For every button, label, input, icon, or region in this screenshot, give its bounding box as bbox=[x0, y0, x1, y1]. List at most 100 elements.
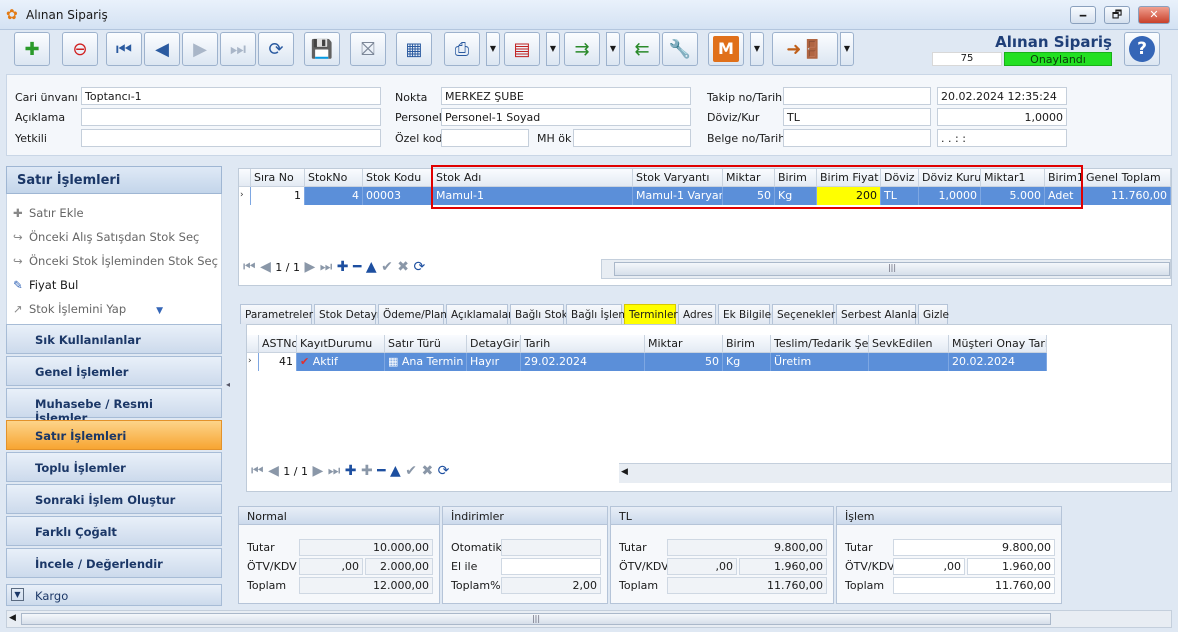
cari-field[interactable]: Toptancı-1 bbox=[81, 87, 381, 105]
action-fiyat-bul[interactable]: ✎ Fiyat Bul bbox=[13, 278, 78, 292]
cell-tarih[interactable]: 29.02.2024 bbox=[521, 353, 645, 371]
pdf-dropdown[interactable]: ▼ bbox=[546, 32, 560, 66]
check-icon[interactable]: ✔ bbox=[381, 259, 393, 275]
cell-miktar[interactable]: 50 bbox=[645, 353, 723, 371]
last-icon[interactable]: ⏭ bbox=[320, 259, 333, 275]
col-satir-turu[interactable]: Satır Türü bbox=[385, 335, 467, 353]
tab-parametreler[interactable]: Parametreler bbox=[240, 304, 313, 324]
indirim-elile-input[interactable] bbox=[501, 558, 601, 575]
up-icon[interactable]: ▲ bbox=[390, 463, 401, 479]
scroll-left-icon[interactable]: ◀ bbox=[9, 613, 16, 623]
export-dropdown[interactable]: ▼ bbox=[606, 32, 620, 66]
next-record-button[interactable]: ▶ bbox=[182, 32, 218, 66]
delete-doc-button[interactable]: ⊖ bbox=[62, 32, 98, 66]
print-button[interactable]: ⎙ bbox=[444, 32, 480, 66]
tab-gizle[interactable]: Gizle bbox=[918, 304, 949, 324]
add-icon[interactable]: ✚ bbox=[345, 463, 357, 479]
remove-icon[interactable]: ━ bbox=[353, 259, 361, 275]
cell-stok-kodu[interactable]: 00003 bbox=[363, 187, 433, 205]
col-tarih[interactable]: Tarih bbox=[521, 335, 645, 353]
col-sevk-edilen[interactable]: SevkEdilen bbox=[869, 335, 949, 353]
action-onceki-alis[interactable]: ↪ Önceki Alış Satışdan Stok Seç bbox=[13, 230, 199, 244]
doviz-select[interactable]: TL bbox=[783, 108, 931, 126]
preview-button[interactable]: ▦ bbox=[396, 32, 432, 66]
action-stok-islemi[interactable]: ↗ Stok İşlemini Yap ▼ bbox=[13, 302, 163, 316]
up-icon[interactable]: ▲ bbox=[366, 259, 377, 275]
page-horizontal-scrollbar[interactable]: ◀ ||| bbox=[6, 610, 1172, 628]
new-doc-button[interactable]: ✚ bbox=[14, 32, 50, 66]
add-child-icon[interactable]: ✚ bbox=[361, 463, 373, 479]
add-icon[interactable]: ✚ bbox=[337, 259, 349, 275]
col-genel-toplam[interactable]: Genel Toplam bbox=[1083, 169, 1171, 187]
action-onceki-stok[interactable]: ↪ Önceki Stok İşleminden Stok Seç bbox=[13, 254, 218, 268]
refresh-icon[interactable]: ⟳ bbox=[438, 463, 450, 479]
nav-kargo[interactable]: ▼ Kargo bbox=[6, 584, 222, 606]
yetkili-field[interactable] bbox=[81, 129, 381, 147]
cell-birim[interactable]: Kg bbox=[723, 353, 771, 371]
pdf-button[interactable]: ▤ bbox=[504, 32, 540, 66]
collapse-handle[interactable]: ◂ bbox=[226, 380, 230, 389]
remove-icon[interactable]: ━ bbox=[377, 463, 385, 479]
prev-record-button[interactable]: ◀ bbox=[144, 32, 180, 66]
minimize-button[interactable]: 🗕 bbox=[1070, 6, 1096, 24]
nav-incele[interactable]: İncele / Değerlendir bbox=[6, 548, 222, 578]
tab-aciklamalar[interactable]: Açıklamalar bbox=[446, 304, 512, 324]
last-record-button[interactable]: ⏭ bbox=[220, 32, 256, 66]
tab-bagli-islem[interactable]: Bağlı İşlem bbox=[566, 304, 629, 324]
tab-bagli-stok[interactable]: Bağlı Stok bbox=[510, 304, 568, 324]
check-icon[interactable]: ✔ bbox=[405, 463, 417, 479]
cell-satir-turu[interactable]: ▦ Ana Termin bbox=[385, 353, 467, 371]
aciklama-field[interactable] bbox=[81, 108, 381, 126]
last-icon[interactable]: ⏭ bbox=[328, 463, 341, 479]
col-teslim-sekli[interactable]: Teslim/Tedarik Şekli bbox=[771, 335, 869, 353]
cell-stok-no[interactable]: 4 bbox=[305, 187, 363, 205]
tab-terminler[interactable]: Terminler bbox=[624, 304, 678, 324]
personel-field[interactable]: Personel-1 Soyad bbox=[441, 108, 691, 126]
export-button[interactable]: ⇉ bbox=[564, 32, 600, 66]
nav-satir-islemleri[interactable]: Satır İşlemleri bbox=[6, 420, 222, 450]
cell-musteri-onay[interactable]: 20.02.2024 bbox=[949, 353, 1047, 371]
kur-field[interactable]: 1,0000 bbox=[937, 108, 1067, 126]
close-button[interactable]: ✕ bbox=[1138, 6, 1170, 24]
m-button[interactable]: M bbox=[708, 32, 744, 66]
print-dropdown[interactable]: ▼ bbox=[486, 32, 500, 66]
ozelkod-field[interactable] bbox=[441, 129, 529, 147]
first-icon[interactable]: ⏮ bbox=[251, 463, 264, 479]
cell-sevk-edilen[interactable] bbox=[869, 353, 949, 371]
cancel-save-button[interactable]: ⛝ bbox=[350, 32, 386, 66]
scroll-thumb[interactable]: ||| bbox=[21, 613, 1051, 625]
horizontal-scrollbar[interactable]: ◀ bbox=[619, 463, 1171, 483]
refresh-button[interactable]: ⟳ bbox=[258, 32, 294, 66]
takip-field[interactable] bbox=[783, 87, 931, 105]
cell-teslim-sekli[interactable]: Üretim bbox=[771, 353, 869, 371]
col-stok-kodu[interactable]: Stok Kodu bbox=[363, 169, 433, 187]
nav-sik-kullanilanlar[interactable]: Sık Kullanılanlar bbox=[6, 324, 222, 354]
first-icon[interactable]: ⏮ bbox=[243, 259, 256, 275]
tab-ek-bilgiler[interactable]: Ek Bilgiler bbox=[718, 304, 775, 324]
col-musteri-onay[interactable]: Müşteri Onay Tarihi bbox=[949, 335, 1047, 353]
tools-button[interactable]: 🔧 bbox=[662, 32, 698, 66]
action-satir-ekle[interactable]: ✚ Satır Ekle bbox=[13, 206, 84, 220]
prev-icon[interactable]: ◀ bbox=[268, 463, 279, 479]
exit-button[interactable]: ➜🚪 bbox=[772, 32, 838, 66]
col-kayit-durumu[interactable]: KayıtDurumu bbox=[297, 335, 385, 353]
tab-stok-detayi[interactable]: Stok Detayı bbox=[314, 304, 380, 324]
help-button[interactable]: ? bbox=[1124, 32, 1160, 66]
tab-adres[interactable]: Adres bbox=[678, 304, 716, 324]
tab-secenekler[interactable]: Seçenekler bbox=[772, 304, 835, 324]
takip-date-field[interactable]: 20.02.2024 12:35:24 bbox=[937, 87, 1067, 105]
nav-muhasebe[interactable]: Muhasebe / Resmi İşlemler bbox=[6, 388, 222, 425]
cell-sira-no[interactable]: 1 bbox=[251, 187, 305, 205]
belge-field[interactable] bbox=[783, 129, 931, 147]
exit-dropdown[interactable]: ▼ bbox=[840, 32, 854, 66]
nav-sonraki-islem[interactable]: Sonraki İşlem Oluştur bbox=[6, 484, 222, 514]
scroll-left-icon[interactable]: ◀ bbox=[621, 467, 628, 477]
m-dropdown[interactable]: ▼ bbox=[750, 32, 764, 66]
nokta-field[interactable]: MERKEZ ŞUBE bbox=[441, 87, 691, 105]
nav-toplu-islemler[interactable]: Toplu İşlemler bbox=[6, 452, 222, 482]
first-record-button[interactable]: ⏮ bbox=[106, 32, 142, 66]
col-detay-girildi[interactable]: DetayGirildi bbox=[467, 335, 521, 353]
cell-astno[interactable]: 41 bbox=[259, 353, 297, 371]
cancel-icon[interactable]: ✖ bbox=[421, 463, 433, 479]
save-button[interactable]: 💾 bbox=[304, 32, 340, 66]
